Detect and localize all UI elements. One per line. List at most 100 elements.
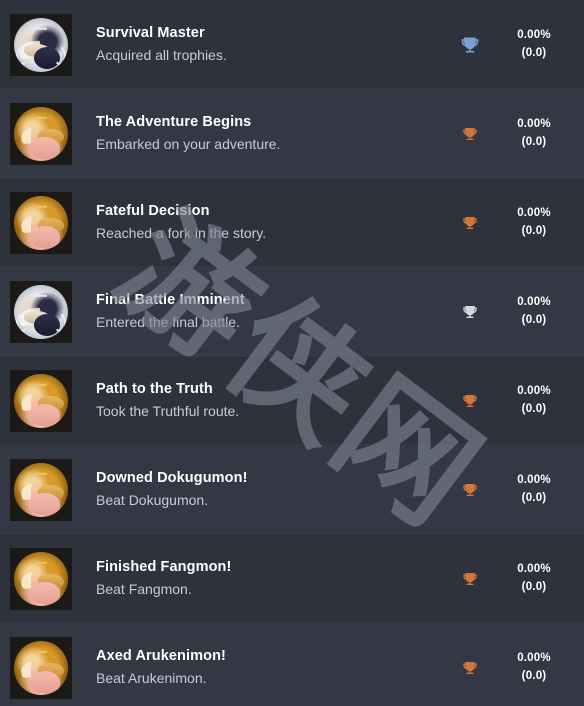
achievement-rate-percent: 0.00%	[517, 562, 551, 575]
achievement-title: Finished Fangmon!	[96, 559, 232, 576]
achievement-row[interactable]: ••••• Final Battle Imminent Entered the fi…	[0, 267, 584, 356]
achievement-text: Path to the Truth Took the Truthful route…	[72, 379, 442, 421]
achievement-row[interactable]: ••••• Finished Fangmon! Beat Fangmon. 0.00%…	[0, 534, 584, 623]
achievement-description: Took the Truthful route.	[96, 402, 240, 419]
achievement-text: Downed Dokugumon! Beat Dokugumon.	[72, 468, 442, 510]
platinum-trophy-icon	[442, 35, 498, 55]
achievement-title: Fateful Decision	[96, 203, 210, 220]
achievement-list: ••••• Survival Master Acquired all trophie…	[0, 0, 584, 706]
crown-icon: •••••	[35, 646, 48, 657]
achievement-rate-percent: 0.00%	[517, 295, 551, 308]
achievement-row[interactable]: ••••• The Adventure Begins Embarked on you…	[0, 89, 584, 178]
achievement-rate: 0.00% (0.0)	[498, 294, 584, 330]
achievement-list-page: ••••• Survival Master Acquired all trophie…	[0, 0, 584, 706]
achievement-thumbnail: •••••	[10, 636, 72, 699]
achievement-rate: 0.00% (0.0)	[498, 27, 584, 63]
bronze-trophy-icon	[442, 126, 498, 142]
achievement-title: Axed Arukenimon!	[96, 648, 226, 665]
achievement-thumbnail: •••••	[10, 369, 72, 432]
bronze-trophy-icon	[442, 215, 498, 231]
achievement-rate-count: (0.0)	[521, 402, 547, 415]
achievement-row[interactable]: ••••• Path to the Truth Took the Truthful …	[0, 356, 584, 445]
achievement-text: Final Battle Imminent Entered the final b…	[72, 290, 442, 332]
achievement-description: Entered the final battle.	[96, 313, 240, 330]
badge-disc: •••••	[14, 284, 68, 339]
achievement-rate-percent: 0.00%	[517, 28, 551, 41]
creature-body-shape	[30, 136, 60, 159]
achievement-text: Fateful Decision Reached a fork in the st…	[72, 201, 442, 243]
crown-icon: •••••	[35, 201, 48, 212]
laurel-right-icon	[14, 668, 28, 688]
achievement-thumbnail: •••••	[10, 458, 72, 521]
achievement-rate-percent: 0.00%	[517, 206, 551, 219]
bronze-trophy-icon	[442, 660, 498, 676]
achievement-title: Survival Master	[96, 25, 205, 42]
achievement-thumbnail: •••••	[10, 191, 72, 254]
achievement-rate-count: (0.0)	[521, 669, 547, 682]
crown-icon: •••••	[35, 290, 48, 301]
laurel-right-icon	[14, 223, 28, 243]
bronze-trophy-icon	[442, 571, 498, 587]
achievement-title: Path to the Truth	[96, 381, 213, 398]
achievement-rate-percent: 0.00%	[517, 117, 551, 130]
badge-disc: •••••	[14, 462, 68, 517]
laurel-right-icon	[14, 579, 28, 599]
achievement-rate-count: (0.0)	[521, 313, 547, 326]
achievement-rate-count: (0.0)	[521, 224, 547, 237]
laurel-right-icon	[14, 490, 28, 510]
achievement-thumbnail: •••••	[10, 280, 72, 343]
silver-trophy-icon	[442, 304, 498, 320]
achievement-row[interactable]: ••••• Downed Dokugumon! Beat Dokugumon. 0.0…	[0, 445, 584, 534]
achievement-rate-count: (0.0)	[521, 135, 547, 148]
achievement-rate: 0.00% (0.0)	[498, 383, 584, 419]
achievement-rate: 0.00% (0.0)	[498, 205, 584, 241]
achievement-description: Reached a fork in the story.	[96, 224, 267, 241]
creature-body-shape	[30, 225, 60, 248]
achievement-rate-percent: 0.00%	[517, 473, 551, 486]
badge-disc: •••••	[14, 551, 68, 606]
crown-icon: •••••	[35, 557, 48, 568]
achievement-description: Beat Fangmon.	[96, 580, 192, 597]
creature-body-shape	[30, 670, 60, 693]
bronze-trophy-icon	[442, 393, 498, 409]
badge-disc: •••••	[14, 17, 68, 72]
bronze-trophy-icon	[442, 482, 498, 498]
achievement-description: Embarked on your adventure.	[96, 135, 281, 152]
creature-body-shape	[30, 492, 60, 515]
achievement-description: Acquired all trophies.	[96, 46, 227, 63]
achievement-thumbnail: •••••	[10, 13, 72, 76]
crown-icon: •••••	[35, 23, 48, 34]
achievement-row[interactable]: ••••• Axed Arukenimon! Beat Arukenimon. 0.0…	[0, 623, 584, 706]
badge-disc: •••••	[14, 373, 68, 428]
achievement-description: Beat Arukenimon.	[96, 669, 207, 686]
laurel-right-icon	[14, 134, 28, 154]
creature-body-shape	[30, 581, 60, 604]
achievement-text: Finished Fangmon! Beat Fangmon.	[72, 557, 442, 599]
creature-body-shape	[30, 403, 60, 426]
achievement-rate: 0.00% (0.0)	[498, 116, 584, 152]
achievement-text: Axed Arukenimon! Beat Arukenimon.	[72, 646, 442, 688]
badge-disc: •••••	[14, 106, 68, 161]
achievement-rate: 0.00% (0.0)	[498, 472, 584, 508]
achievement-row[interactable]: ••••• Fateful Decision Reached a fork in t…	[0, 178, 584, 267]
achievement-thumbnail: •••••	[10, 547, 72, 610]
achievement-rate-count: (0.0)	[521, 46, 547, 59]
badge-disc: •••••	[14, 195, 68, 250]
achievement-rate-percent: 0.00%	[517, 651, 551, 664]
achievement-thumbnail: •••••	[10, 102, 72, 165]
achievement-rate-count: (0.0)	[521, 580, 547, 593]
achievement-rate-percent: 0.00%	[517, 384, 551, 397]
achievement-row[interactable]: ••••• Survival Master Acquired all trophie…	[0, 0, 584, 89]
achievement-rate-count: (0.0)	[521, 491, 547, 504]
achievement-rate: 0.00% (0.0)	[498, 561, 584, 597]
badge-disc: •••••	[14, 640, 68, 695]
crown-icon: •••••	[35, 468, 48, 479]
achievement-title: Final Battle Imminent	[96, 292, 245, 309]
achievement-rate: 0.00% (0.0)	[498, 650, 584, 686]
achievement-title: Downed Dokugumon!	[96, 470, 248, 487]
crown-icon: •••••	[35, 379, 48, 390]
achievement-text: The Adventure Begins Embarked on your adv…	[72, 112, 442, 154]
achievement-title: The Adventure Begins	[96, 114, 252, 131]
achievement-text: Survival Master Acquired all trophies.	[72, 23, 442, 65]
laurel-right-icon	[14, 401, 28, 421]
